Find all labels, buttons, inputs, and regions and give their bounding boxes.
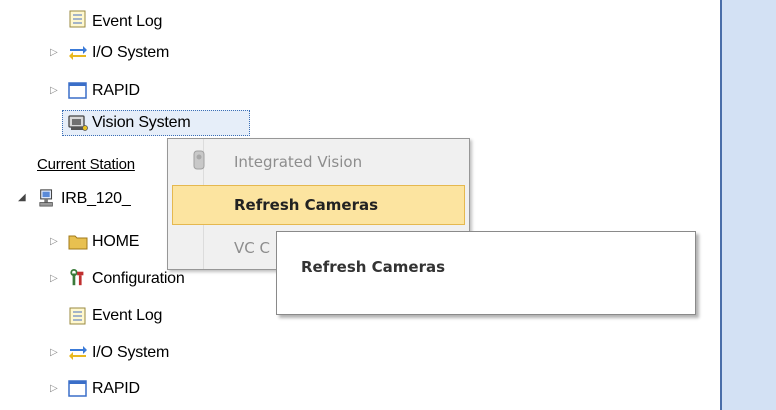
tree-item-event-log[interactable]: Event Log [0,303,260,329]
panel-splitter[interactable] [712,0,722,410]
camera-icon [193,150,205,170]
rapid-icon [68,82,87,99]
io-system-icon [69,46,87,60]
tree-item-label: I/O System [92,344,170,361]
menu-item-refresh-cameras[interactable]: Refresh Cameras [172,185,465,225]
tree-item-label: RAPID [92,82,140,99]
rapid-icon [68,380,87,397]
tree-item-io-system[interactable]: ▷ I/O System [0,40,300,66]
folder-icon [68,235,88,250]
menu-item-label: Integrated Vision [234,153,363,171]
configuration-icon [70,269,84,286]
tree-item-label: RAPID [92,380,140,397]
expand-arrow-icon[interactable]: ▷ [50,347,58,358]
tree-item-label: I/O System [92,44,170,61]
tooltip-text: Refresh Cameras [301,258,446,276]
event-log-icon [69,307,86,325]
expand-arrow-icon[interactable]: ▷ [50,236,58,247]
vision-system-icon [68,115,88,131]
tree-item-label: IRB_120_ [61,190,131,207]
tree-item-event-log[interactable]: Event Log [0,5,300,31]
menu-item-label: Refresh Cameras [234,196,379,214]
controller-icon [39,189,53,207]
menu-item-label: VC C [234,239,270,257]
expand-arrow-icon[interactable]: ▷ [50,85,58,96]
tooltip: Refresh Cameras [276,231,696,315]
tree-item-label: Event Log [92,13,163,30]
tree-item-label: Vision System [92,114,191,131]
tree-item-io-system[interactable]: ▷ I/O System [0,340,260,366]
tree-item-rapid[interactable]: ▷ RAPID [0,376,260,402]
expand-arrow-icon[interactable]: ▷ [50,383,58,394]
current-station-label: Current Station [37,156,135,173]
right-panel [722,0,776,410]
tree-item-label: HOME [92,233,140,250]
tree-item-label: Event Log [92,307,163,324]
expand-arrow-icon[interactable]: ▷ [50,47,58,58]
expand-arrow-icon[interactable]: ▷ [50,273,58,284]
menu-item-integrated-vision: Integrated Vision [172,142,465,182]
tree-item-label: Configuration [92,270,185,287]
collapse-arrow-icon[interactable]: ◢ [18,192,26,203]
tree-item-vision-system[interactable]: Vision System [0,110,300,136]
event-log-icon [69,10,86,28]
tree-item-rapid[interactable]: ▷ RAPID [0,78,300,104]
io-system-icon [69,346,87,360]
